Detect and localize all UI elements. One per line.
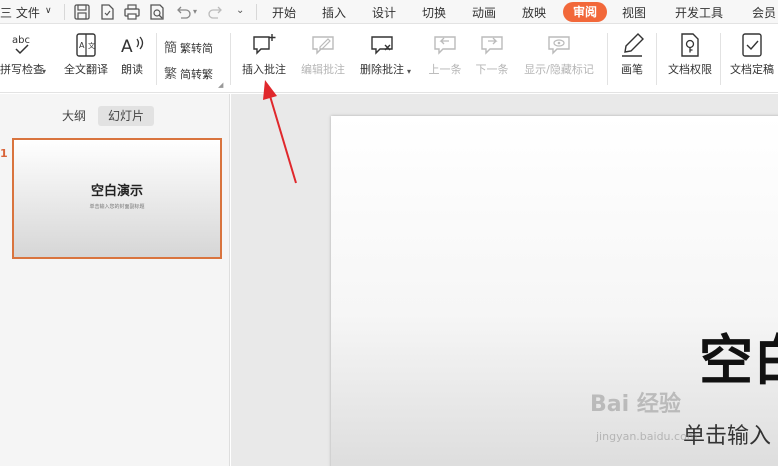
tab-home[interactable]: 开始 — [272, 4, 296, 21]
document-permission-label: 文档权限 — [668, 63, 712, 76]
group-expand-icon[interactable]: ◢ — [218, 81, 223, 89]
delete-comment-dropdown-icon[interactable]: ▾ — [407, 67, 411, 76]
simp-to-trad-label: 简转繁 — [180, 68, 213, 81]
next-comment-button[interactable]: 下一条 — [471, 31, 513, 77]
show-hide-marks-button[interactable]: 显示/隐藏标记 — [518, 31, 600, 77]
spell-check-dropdown-icon[interactable]: ▾ — [42, 67, 46, 76]
edit-comment-icon — [309, 31, 337, 59]
delete-comment-button[interactable]: 删除批注 — [356, 31, 408, 77]
spell-check-icon: abc — [8, 31, 36, 59]
file-menu[interactable]: 三 文件 — [0, 4, 40, 21]
ribbon-divider — [656, 33, 657, 85]
edit-comment-label: 编辑批注 — [301, 63, 345, 76]
slide-editor[interactable]: 空白 单击输入 — [331, 116, 778, 466]
simp-to-trad-icon: 繁 — [164, 67, 178, 82]
tab-view[interactable]: 视图 — [622, 4, 646, 21]
delete-comment-icon — [368, 31, 396, 59]
thumbnail-title: 空白演示 — [90, 184, 143, 199]
svg-text:abc: abc — [12, 35, 30, 46]
read-aloud-icon: A — [118, 31, 146, 59]
trad-to-simp-icon: 簡 — [164, 41, 178, 56]
print-preview-icon[interactable] — [148, 3, 166, 21]
thumbnail-subtitle: 单击输入您的封面副标题 — [89, 204, 145, 210]
tab-slideshow[interactable]: 放映 — [522, 4, 546, 21]
show-hide-marks-label: 显示/隐藏标记 — [524, 63, 594, 76]
tab-animation[interactable]: 动画 — [472, 4, 496, 21]
pen-icon — [618, 31, 646, 59]
insert-comment-label: 插入批注 — [242, 63, 286, 76]
pen-button[interactable]: 画笔 — [616, 31, 648, 77]
document-permission-icon — [676, 31, 704, 59]
previous-comment-button[interactable]: 上一条 — [424, 31, 466, 77]
ribbon-divider — [720, 33, 721, 85]
svg-text:A: A — [121, 37, 133, 57]
full-translate-label: 全文翻译 — [64, 63, 108, 76]
undo-dropdown-icon[interactable]: ▾ — [193, 7, 197, 16]
next-comment-icon — [478, 31, 506, 59]
tab-slides[interactable]: 幻灯片 — [98, 106, 154, 126]
next-comment-label: 下一条 — [475, 63, 509, 76]
simp-to-trad-button[interactable]: 繁简转繁 — [164, 63, 213, 82]
slide-canvas: 空白 单击输入 — [231, 94, 778, 466]
quick-access-more-icon[interactable]: ⌄ — [236, 5, 244, 16]
read-aloud-button[interactable]: A 朗读 — [116, 31, 148, 77]
file-menu-chevron-icon[interactable]: ∨ — [45, 6, 52, 16]
previous-comment-label: 上一条 — [428, 63, 462, 76]
redo-icon[interactable] — [207, 3, 225, 21]
previous-comment-icon — [431, 31, 459, 59]
document-finalize-label: 文档定稿 — [730, 63, 774, 76]
trad-to-simp-button[interactable]: 簡繁转简 — [164, 37, 213, 56]
baidu-watermark-url: jingyan.baidu.com — [596, 430, 698, 443]
pen-label: 画笔 — [621, 63, 643, 76]
review-ribbon: abc 拼写检查 ▾ A文 全文翻译 A 朗读 簡繁转简 繁简转繁 ◢ 插入批注… — [0, 25, 778, 93]
full-translate-button[interactable]: A文 全文翻译 — [58, 31, 114, 77]
translate-icon: A文 — [72, 31, 100, 59]
slide-number: 1 — [0, 147, 8, 160]
svg-text:A: A — [79, 41, 85, 50]
print-icon[interactable] — [123, 3, 141, 21]
slide-title[interactable]: 空白 — [699, 316, 778, 395]
tab-outline[interactable]: 大纲 — [56, 106, 92, 126]
document-finalize-button[interactable]: 文档定稿 — [726, 31, 778, 77]
insert-comment-icon — [250, 31, 278, 59]
slide-thumbnail[interactable]: 空白演示 单击输入您的封面副标题 — [12, 138, 222, 259]
save-icon[interactable] — [73, 3, 91, 21]
svg-text:文: 文 — [88, 41, 95, 50]
menu-divider — [256, 4, 257, 20]
export-pdf-icon[interactable] — [98, 3, 116, 21]
menu-divider — [64, 4, 65, 20]
tab-transition[interactable]: 切换 — [422, 4, 446, 21]
read-aloud-label: 朗读 — [121, 63, 143, 76]
tab-developer[interactable]: 开发工具 — [675, 4, 723, 21]
tab-member[interactable]: 会员 — [752, 4, 776, 21]
menu-bar: 三 文件 ∨ ▾ ⌄ 开始 插入 设计 切换 动画 放映 审阅 视图 开发工具 … — [0, 0, 778, 24]
undo-icon[interactable] — [174, 3, 192, 21]
tab-review[interactable]: 审阅 — [563, 2, 607, 22]
document-finalize-icon — [738, 31, 766, 59]
trad-to-simp-label: 繁转简 — [180, 42, 213, 55]
delete-comment-label: 删除批注 — [360, 63, 404, 76]
ribbon-divider — [156, 33, 157, 85]
slide-panel: 大纲 幻灯片 1 空白演示 单击输入您的封面副标题 — [0, 94, 230, 466]
edit-comment-button[interactable]: 编辑批注 — [297, 31, 349, 77]
tab-insert[interactable]: 插入 — [322, 4, 346, 21]
insert-comment-button[interactable]: 插入批注 — [238, 31, 290, 77]
show-hide-marks-icon — [545, 31, 573, 59]
baidu-watermark: Bai 经验 — [590, 392, 681, 417]
ribbon-divider — [230, 33, 231, 85]
ribbon-divider — [607, 33, 608, 85]
tab-design[interactable]: 设计 — [372, 4, 396, 21]
document-permission-button[interactable]: 文档权限 — [664, 31, 716, 77]
